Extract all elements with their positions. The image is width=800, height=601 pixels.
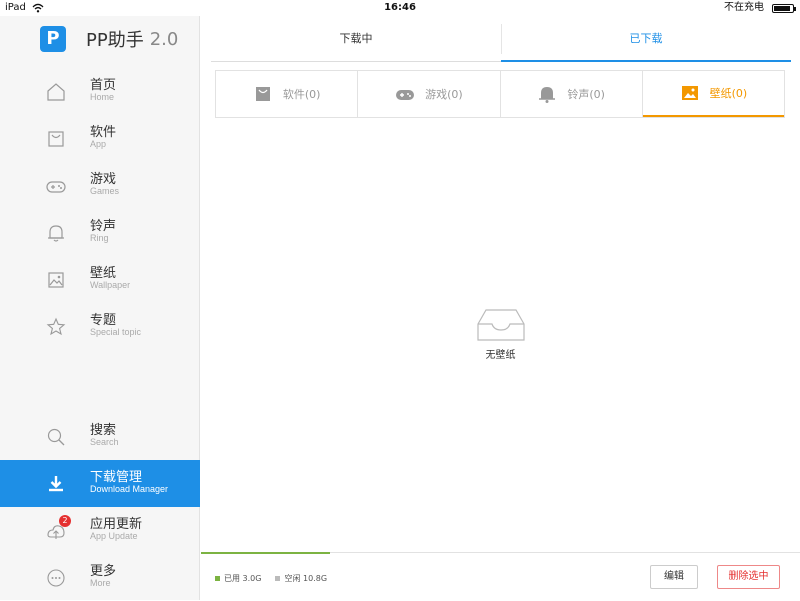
sidebar-item-title: 更多 xyxy=(90,564,117,579)
category-label: 游戏(0) xyxy=(425,88,463,101)
sidebar-item-app-update[interactable]: 2 应用更新 App Update xyxy=(0,507,200,554)
sidebar-item-subtitle: Download Manager xyxy=(90,484,169,494)
category-label: 壁纸(0) xyxy=(709,87,748,100)
sidebar-item-subtitle: Special topic xyxy=(90,327,142,337)
charging-status: 不在充电 xyxy=(724,2,764,13)
sidebar: P PP助手 2.0 首页 Home 软件 App 游戏 Games 铃声 Ri… xyxy=(0,16,200,600)
image-icon xyxy=(681,86,698,100)
main-panel: 下载中 已下载 软件(0) 游戏(0) 铃声(0) 壁纸(0) 无壁纸 已用 3… xyxy=(201,16,800,600)
download-tabs: 下载中 已下载 xyxy=(211,24,791,62)
gamepad-icon xyxy=(46,181,66,193)
sidebar-item-subtitle: Home xyxy=(90,92,115,102)
sidebar-item-special-topic[interactable]: 专题 Special topic xyxy=(0,303,200,350)
sidebar-item-title: 应用更新 xyxy=(90,517,143,532)
category-tab-apps[interactable]: 软件(0) xyxy=(216,71,359,117)
free-space-label: 空闲 10.8G xyxy=(284,574,328,583)
sidebar-item-more[interactable]: 更多 More xyxy=(0,554,200,601)
used-space-label: 已用 3.0G xyxy=(224,574,262,583)
used-swatch xyxy=(215,576,220,581)
gamepad-icon xyxy=(396,90,415,100)
sidebar-item-title: 下载管理 xyxy=(90,470,143,485)
storage-usage-bar xyxy=(201,552,330,554)
storage-legend: 已用 3.0G 空闲 10.8G xyxy=(215,573,341,584)
empty-state: 无壁纸 xyxy=(201,306,800,361)
sidebar-item-title: 铃声 xyxy=(90,219,117,234)
category-tabs: 软件(0) 游戏(0) 铃声(0) 壁纸(0) xyxy=(215,70,785,118)
download-icon xyxy=(49,476,63,492)
sidebar-item-subtitle: Games xyxy=(90,186,120,196)
sidebar-item-title: 软件 xyxy=(90,125,117,140)
sidebar-item-title: 首页 xyxy=(90,78,117,93)
category-label: 铃声(0) xyxy=(567,88,605,101)
sidebar-item-download-manager[interactable]: 下载管理 Download Manager xyxy=(0,460,200,507)
image-icon xyxy=(48,272,64,288)
sidebar-item-title: 壁纸 xyxy=(90,266,117,281)
more-icon xyxy=(47,569,65,587)
sidebar-item-title: 游戏 xyxy=(90,172,117,187)
battery-icon xyxy=(772,3,796,13)
sidebar-item-title: 搜索 xyxy=(90,423,117,438)
bell-icon xyxy=(48,225,64,242)
tab-downloaded[interactable]: 已下载 xyxy=(501,24,791,62)
sidebar-item-home[interactable]: 首页 Home xyxy=(0,68,200,115)
bell-icon xyxy=(539,87,556,103)
sidebar-item-ring[interactable]: 铃声 Ring xyxy=(0,209,200,256)
storage-footer: 已用 3.0G 空闲 10.8G 编辑 删除选中 xyxy=(201,552,800,600)
empty-box-icon xyxy=(476,309,525,341)
search-icon xyxy=(47,428,65,446)
star-icon xyxy=(46,317,66,336)
empty-message: 无壁纸 xyxy=(485,350,516,361)
sidebar-item-wallpaper[interactable]: 壁纸 Wallpaper xyxy=(0,256,200,303)
sidebar-item-subtitle: Wallpaper xyxy=(90,280,131,290)
category-label: 软件(0) xyxy=(282,88,321,101)
sidebar-item-title: 专题 xyxy=(90,313,117,328)
clock: 16:46 xyxy=(384,2,416,13)
sidebar-item-subtitle: Ring xyxy=(90,233,109,243)
category-tab-games[interactable]: 游戏(0) xyxy=(358,71,501,117)
home-icon xyxy=(47,83,65,101)
sidebar-item-app[interactable]: 软件 App xyxy=(0,115,200,162)
used-space-item: 已用 3.0G xyxy=(215,573,261,584)
free-space-item: 空闲 10.8G xyxy=(275,573,327,584)
tab-downloading[interactable]: 下载中 xyxy=(211,24,501,62)
sidebar-item-subtitle: App xyxy=(90,139,107,149)
delete-selected-button[interactable]: 删除选中 xyxy=(717,565,780,589)
bag-icon xyxy=(48,131,64,147)
sidebar-item-games[interactable]: 游戏 Games xyxy=(0,162,200,209)
free-swatch xyxy=(275,576,281,581)
sidebar-item-subtitle: Search xyxy=(90,437,119,447)
category-tab-ringtones[interactable]: 铃声(0) xyxy=(501,71,643,117)
edit-button[interactable]: 编辑 xyxy=(650,565,698,589)
sidebar-item-subtitle: App Update xyxy=(90,531,138,541)
update-count-badge: 2 xyxy=(59,515,71,527)
app-name: PP助手 xyxy=(86,30,144,51)
sidebar-item-search[interactable]: 搜索 Search xyxy=(0,413,200,460)
app-logo-row: P PP助手 2.0 xyxy=(40,26,178,52)
status-bar: iPad 16:46 不在充电 xyxy=(0,0,800,16)
category-tab-wallpapers[interactable]: 壁纸(0) xyxy=(642,71,784,117)
sidebar-item-subtitle: More xyxy=(90,578,111,588)
app-logo-icon: P xyxy=(40,26,66,52)
app-version: 2.0 xyxy=(149,28,179,50)
bag-icon xyxy=(255,87,270,101)
